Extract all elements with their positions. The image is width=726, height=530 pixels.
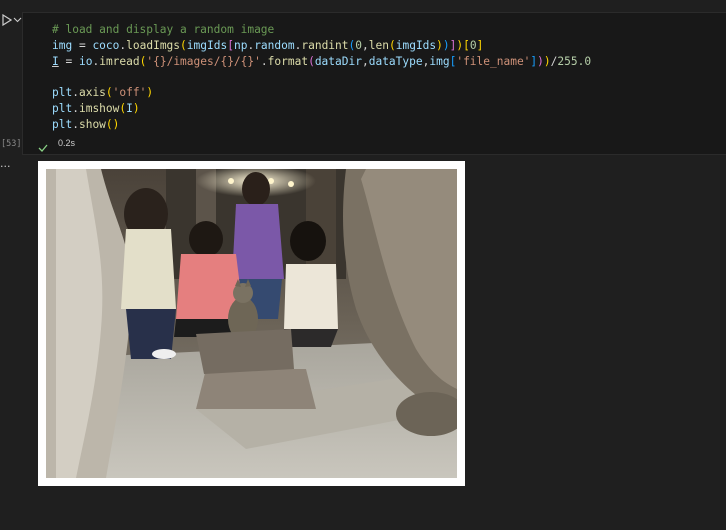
code-line: plt.imshow(I) — [52, 101, 591, 117]
code-token: imread — [99, 54, 140, 68]
code-line: plt.show() — [52, 117, 591, 133]
code-token: plt — [52, 117, 73, 131]
code-token: coco — [92, 38, 120, 52]
code-cell-editor[interactable]: # load and display a random image img = c… — [22, 12, 726, 142]
code-token: plt — [52, 101, 73, 115]
code-token: ) — [436, 38, 443, 52]
code-token: 'file_name' — [456, 54, 531, 68]
cell-run-toolbar — [0, 10, 22, 30]
code-token: ( — [105, 86, 113, 100]
code-token: 255.0 — [557, 54, 592, 68]
code-token: () — [105, 117, 120, 131]
photo-illustration — [46, 169, 457, 478]
code-token: axis — [78, 86, 106, 100]
code-token: random — [254, 38, 295, 52]
check-icon — [38, 138, 48, 152]
code-token: = — [58, 54, 79, 68]
code-editor-text[interactable]: # load and display a random image img = c… — [52, 22, 591, 133]
code-token: , — [361, 54, 369, 68]
code-token: np — [233, 38, 248, 52]
cell-status-bar: 0.2s — [22, 133, 726, 155]
code-token: I — [52, 54, 59, 68]
code-token: plt — [52, 86, 73, 100]
code-token: 0 — [355, 38, 363, 52]
code-token: imgIds — [186, 38, 228, 52]
code-token: 'off' — [112, 86, 147, 100]
code-token: = — [72, 38, 93, 52]
code-token: . — [72, 117, 79, 131]
output-photo — [46, 169, 457, 478]
code-token: format — [267, 54, 309, 68]
code-token: img — [52, 38, 73, 52]
code-line: # load and display a random image — [52, 22, 591, 38]
code-token: ) — [146, 86, 154, 100]
code-token: len — [368, 38, 389, 52]
code-token: , — [362, 38, 369, 52]
execution-count: [53] — [1, 139, 22, 149]
code-line: plt.axis('off') — [52, 85, 591, 101]
run-icon[interactable] — [1, 12, 12, 28]
code-token: show — [78, 117, 106, 131]
code-token: ( — [388, 38, 396, 52]
code-line: I = io.imread('{}/images/{}/{}'.format(d… — [52, 54, 591, 70]
code-token: ) — [132, 101, 140, 115]
code-token: loadImgs — [126, 38, 181, 52]
code-token: imshow — [78, 101, 120, 115]
code-token: ) — [543, 54, 551, 68]
code-token: . — [260, 54, 268, 68]
execution-time: 0.2s — [58, 138, 76, 148]
code-token: ] — [476, 38, 484, 52]
code-token: [ — [227, 38, 234, 52]
chevron-down-icon[interactable] — [13, 12, 22, 28]
code-token: ( — [180, 38, 187, 52]
code-token: . — [72, 86, 79, 100]
code-token: I — [126, 101, 133, 115]
code-token: ( — [308, 54, 315, 68]
output-image-frame — [38, 161, 465, 486]
code-token: dataType — [368, 54, 423, 68]
code-token: ) — [537, 54, 544, 68]
notebook-page: # load and display a random image img = c… — [0, 0, 726, 530]
code-token: img — [429, 54, 450, 68]
code-token: # load and display a random image — [52, 23, 275, 36]
code-token: dataDir — [314, 54, 362, 68]
code-token: io — [78, 54, 93, 68]
output-menu-ellipsis[interactable]: ··· — [0, 160, 11, 173]
code-token: randint — [301, 38, 349, 52]
code-token: imgIds — [395, 38, 437, 52]
code-token: ) — [442, 38, 450, 52]
code-token: '{}/images/{}/{}' — [146, 54, 261, 68]
code-token: . — [72, 101, 79, 115]
code-line: img = coco.loadImgs(imgIds[np.random.ran… — [52, 38, 591, 54]
code-token: 0 — [469, 38, 477, 52]
code-token: [ — [463, 38, 470, 52]
